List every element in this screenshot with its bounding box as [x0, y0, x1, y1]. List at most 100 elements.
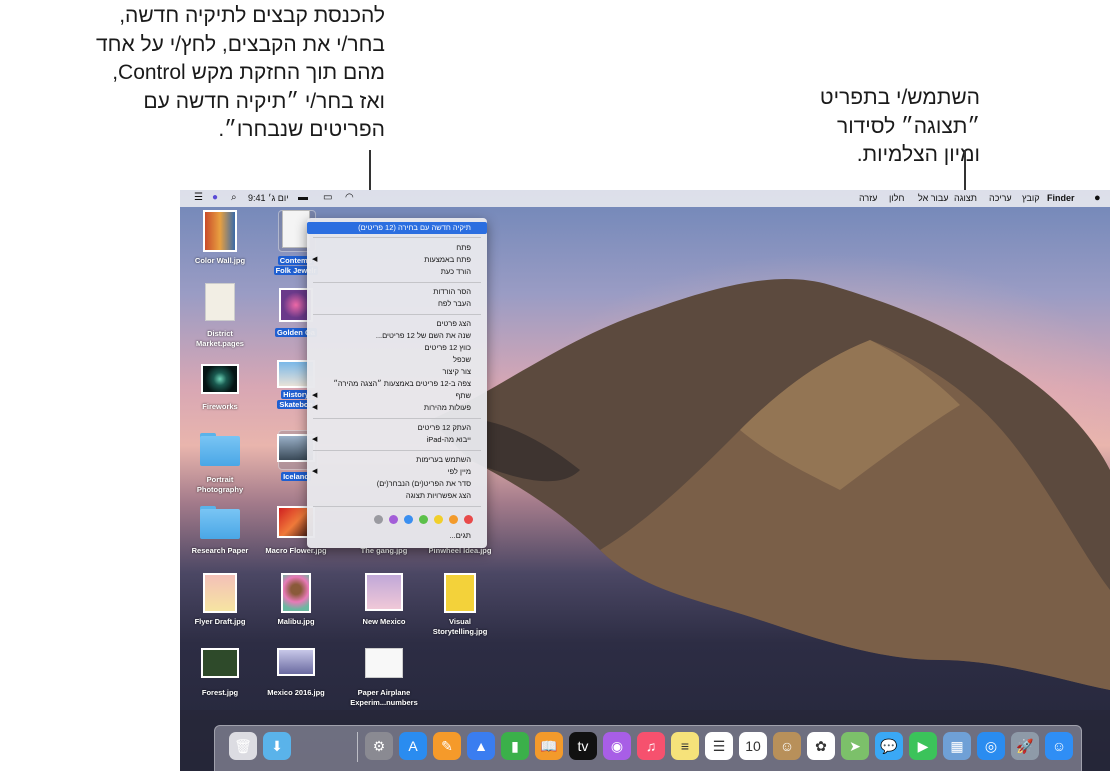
menu-separator: [313, 450, 481, 451]
menu-go[interactable]: עבור אל: [918, 193, 949, 203]
menu-item-remove-downloads[interactable]: הסר הורדות: [307, 286, 487, 298]
menu-item-label: פתח: [456, 243, 471, 252]
desktop-file-paper-airplane[interactable]: Paper Airplane Experim...numbers: [348, 648, 420, 713]
menu-item-quick-look[interactable]: צפה ב-12 פריטים באמצעות ״הצגה מהירה״: [307, 378, 487, 390]
notes-icon[interactable]: ≡: [671, 732, 699, 760]
file-thumbnail: [365, 648, 403, 678]
menu-item-use-stacks[interactable]: השתמש בערימות: [307, 454, 487, 466]
menu-item-download-now[interactable]: הורד כעת: [307, 266, 487, 278]
dock-glyph: ✎: [441, 738, 453, 754]
menu-item-tags[interactable]: תגים...: [307, 530, 487, 542]
desktop-file-flyer-draft[interactable]: Flyer Draft.jpg: [188, 573, 252, 626]
menu-item-sort-by[interactable]: מיין לפי ◀: [307, 466, 487, 478]
podcasts-icon[interactable]: ◉: [603, 732, 631, 760]
menu-item-quick-actions[interactable]: פעולות מהירות ◀: [307, 402, 487, 414]
desktop-folder-research[interactable]: Research Paper: [188, 506, 252, 558]
menu-view[interactable]: תצוגה: [954, 193, 977, 203]
launchpad-icon[interactable]: 🚀: [1011, 732, 1039, 760]
menu-item-label: מיין לפי: [447, 467, 471, 476]
preview-icon[interactable]: ▦: [943, 732, 971, 760]
desktop-file-new-mexico[interactable]: New Mexico: [348, 573, 420, 626]
menu-item-duplicate[interactable]: שכפל: [307, 354, 487, 366]
mac-desktop: ● Finder קובץ עריכה תצוגה עבור אל חלון ע…: [180, 190, 1110, 771]
apple-icon[interactable]: ●: [1094, 192, 1101, 204]
safari-icon[interactable]: ◎: [977, 732, 1005, 760]
menu-item-label: כווץ 12 פריטים: [424, 343, 471, 352]
downloads-folder-icon[interactable]: ⬇: [263, 732, 291, 760]
tag-color-dot[interactable]: [464, 515, 473, 524]
desktop-file-mexico-2016[interactable]: Mexico 2016.jpg: [260, 648, 332, 698]
airplay-icon[interactable]: ▭: [323, 192, 332, 204]
messages-icon[interactable]: 💬: [875, 732, 903, 760]
menu-item-rename[interactable]: שנה את השם של 12 פריטים...: [307, 330, 487, 342]
search-icon[interactable]: ⌕: [231, 192, 237, 204]
menu-item-copy[interactable]: העתק 12 פריטים: [307, 422, 487, 434]
desktop-file-visual-storytelling[interactable]: Visual Storytelling.jpg: [424, 573, 496, 638]
file-label: Storytelling.jpg: [432, 627, 488, 636]
app-store-icon[interactable]: A: [399, 732, 427, 760]
desktop-folder-portrait[interactable]: Portrait Photography: [188, 433, 252, 495]
menu-item-import-from-ipad[interactable]: ייבוא מה-iPad ◀: [307, 434, 487, 446]
maps-icon[interactable]: ➤: [841, 732, 869, 760]
menu-item-label: הצג אפשרויות תצוגה: [405, 491, 471, 500]
dock-glyph: 📖: [540, 738, 558, 754]
keynote-icon[interactable]: ▲: [467, 732, 495, 760]
menu-item-make-alias[interactable]: צור קיצור: [307, 366, 487, 378]
tag-color-dot[interactable]: [389, 515, 398, 524]
file-label: Fireworks: [202, 402, 238, 411]
dock-glyph: ➤: [849, 738, 861, 754]
tag-color-row: [363, 515, 473, 525]
menu-item-label: ייבוא מה-iPad: [426, 435, 471, 444]
photos-icon[interactable]: ✿: [807, 732, 835, 760]
menu-item-share[interactable]: שתף ◀: [307, 390, 487, 402]
tv-icon[interactable]: tv: [569, 732, 597, 760]
battery-icon[interactable]: ▬: [298, 192, 308, 204]
file-label: Market.pages: [196, 339, 244, 348]
menu-item-clean-up-selection[interactable]: סדר את הפריט(ים) הנבחר(ים): [307, 478, 487, 490]
menu-help[interactable]: עזרה: [859, 193, 877, 203]
menu-item-compress[interactable]: כווץ 12 פריטים: [307, 342, 487, 354]
calendar-icon[interactable]: 10: [739, 732, 767, 760]
tag-color-dot[interactable]: [374, 515, 383, 524]
finder-icon[interactable]: ☺: [1045, 732, 1073, 760]
desktop-file-color-wall[interactable]: Color Wall.jpg: [188, 210, 252, 270]
callout-right-leader: [964, 150, 966, 194]
pages-icon[interactable]: ✎: [433, 732, 461, 760]
tag-color-dot[interactable]: [404, 515, 413, 524]
trash-icon[interactable]: 🗑: [229, 732, 257, 760]
menu-item-label: פתח באמצעות: [424, 255, 471, 264]
desktop-file-fireworks[interactable]: Fireworks: [188, 362, 252, 417]
music-icon[interactable]: ♫: [637, 732, 665, 760]
context-menu: תיקיה חדשה עם בחירה (12 פריטים) פתח פתח …: [307, 218, 487, 548]
menu-item-show-view-options[interactable]: הצג אפשרויות תצוגה: [307, 490, 487, 502]
tag-color-dot[interactable]: [449, 515, 458, 524]
menu-file[interactable]: קובץ: [1022, 193, 1040, 203]
menu-edit[interactable]: עריכה: [989, 193, 1012, 203]
menu-finder[interactable]: Finder: [1047, 193, 1075, 203]
system-preferences-icon[interactable]: ⚙: [365, 732, 393, 760]
tag-color-dot[interactable]: [419, 515, 428, 524]
menubar-clock[interactable]: יום ג׳ 9:41: [248, 193, 289, 203]
numbers-icon[interactable]: ▮: [501, 732, 529, 760]
menu-item-open-with[interactable]: פתח באמצעות ◀: [307, 254, 487, 266]
file-label: Forest.jpg: [201, 688, 239, 697]
menu-window[interactable]: חלון: [889, 193, 904, 203]
menu-item-get-info[interactable]: הצג פרטים: [307, 318, 487, 330]
books-icon[interactable]: 📖: [535, 732, 563, 760]
control-strip-icon[interactable]: ☰: [194, 192, 203, 204]
contacts-icon[interactable]: ☺: [773, 732, 801, 760]
callout-right-line: ״תצוגה״ לסידור: [836, 114, 980, 138]
desktop-file-district-market[interactable]: District Market.pages: [188, 283, 252, 353]
file-label: Color Wall.jpg: [194, 256, 246, 265]
wifi-icon[interactable]: ◠: [345, 192, 354, 204]
desktop-file-forest[interactable]: Forest.jpg: [188, 648, 252, 698]
menu-item-new-folder-with-selection[interactable]: תיקיה חדשה עם בחירה (12 פריטים): [307, 222, 487, 234]
desktop-file-malibu[interactable]: Malibu.jpg: [260, 573, 332, 626]
menu-item-open[interactable]: פתח: [307, 242, 487, 254]
siri-icon[interactable]: ●: [212, 192, 218, 204]
tag-color-dot[interactable]: [434, 515, 443, 524]
menu-item-move-to-trash[interactable]: העבר לפח: [307, 298, 487, 310]
facetime-icon[interactable]: ▶: [909, 732, 937, 760]
menu-item-label: העבר לפח: [437, 299, 471, 308]
reminders-icon[interactable]: ☰: [705, 732, 733, 760]
